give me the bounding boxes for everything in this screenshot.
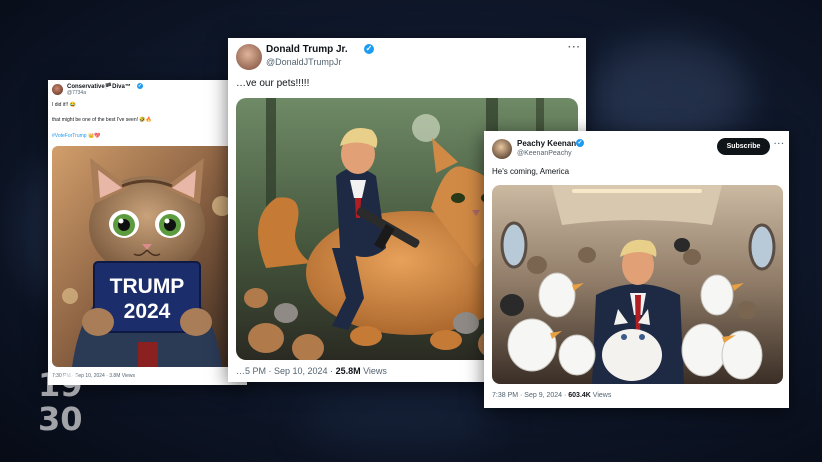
views-label: Views [590,392,612,399]
post-text: …ve our pets!!!!! [236,78,310,89]
avatar[interactable] [52,84,63,95]
more-options-icon[interactable]: ··· [568,42,581,53]
post-image-jet-with-animals[interactable] [492,185,783,384]
logo-line1: 19 [38,366,83,404]
views-count: 603.4K [568,392,591,399]
verified-badge-icon: ✓ [364,44,374,54]
subscribe-button[interactable]: Subscribe [717,138,770,155]
display-name[interactable]: Conservative🏴Diva™ [67,83,131,90]
avatar[interactable] [236,44,262,70]
logo-line2: 30 [38,400,83,438]
verified-badge-icon: ✓ [137,83,143,89]
verified-badge-icon: ✓ [576,139,584,147]
user-handle[interactable]: @7734a [67,90,86,96]
user-handle[interactable]: @DonaldJTrumpJr [266,57,341,67]
jet-cabin-illustration [492,185,783,384]
broadcast-logo: 19 30 [38,368,88,440]
post-image-cat-with-sign[interactable]: TRUMP 2024 [52,146,242,367]
views-label: Views [360,366,387,376]
sign-year: 2024 [124,300,171,323]
right-post-card[interactable]: Peachy Keenan ✓ @KeenanPeachy Subscribe … [484,131,789,408]
post-text-line: that might be one of the best I've seen!… [52,117,152,123]
sign-word: TRUMP [110,275,185,298]
background-blur [300,390,500,450]
post-time-date: 7:38 PM · Sep 9, 2024 · [492,392,569,399]
post-metadata: …5 PM · Sep 10, 2024 · 25.8M Views [236,366,387,376]
more-options-icon[interactable]: ··· [774,139,785,148]
post-text-line: I did it!! 😂 [52,102,76,108]
post-metadata: 7:38 PM · Sep 9, 2024 · 603.4K Views [492,392,611,399]
display-name[interactable]: Peachy Keenan [517,139,576,148]
avatar[interactable] [492,139,512,159]
post-text: He's coming, America [492,167,570,176]
user-handle[interactable]: @KeenanPeachy [517,150,572,157]
left-post-card[interactable]: Conservative🏴Diva™ @7734a I did it!! 😂 t… [48,80,247,385]
cat-sign-illustration: TRUMP 2024 [52,146,242,367]
views-count: 25.8M [335,366,361,376]
post-time-date: …5 PM · Sep 10, 2024 · [236,366,336,376]
display-name[interactable]: Donald Trump Jr. [266,44,348,55]
hashtag-link[interactable]: #VoteForTrump 👑💖 [52,133,100,139]
